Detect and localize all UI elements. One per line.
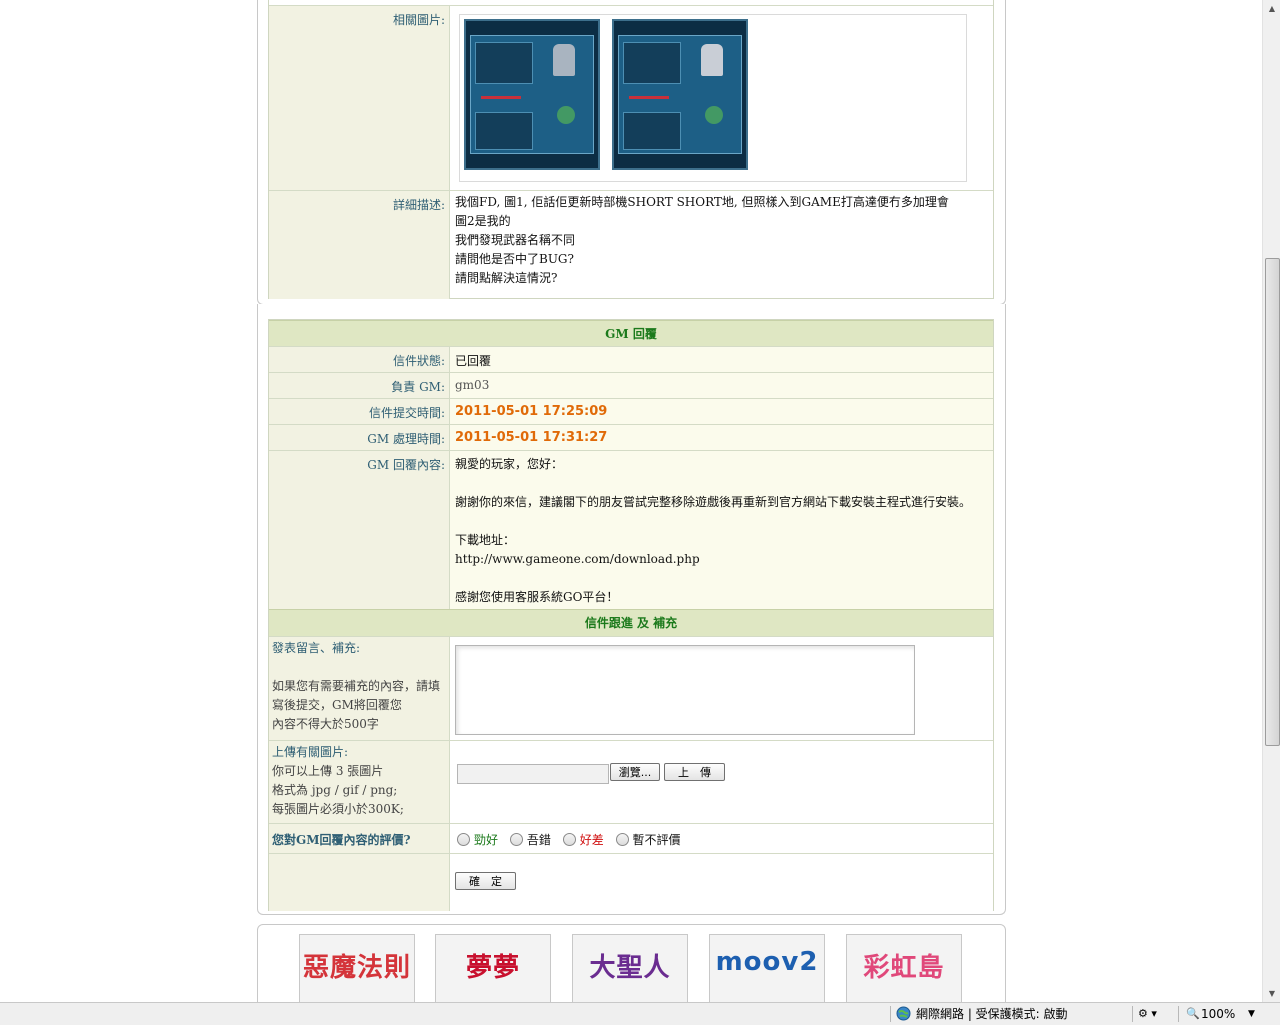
description-row: 詳細描述: 我個FD, 圖1, 佢話佢更新時部機SHORT SHORT地, 但照…	[269, 190, 993, 299]
submit-time-row: 信件提交時間: 2011-05-01 17:25:09	[269, 398, 993, 424]
rating-radio-2[interactable]	[509, 833, 523, 846]
rating-radio-3[interactable]	[562, 833, 576, 846]
scroll-up-icon[interactable]: ▲	[1263, 0, 1280, 17]
file-path-input[interactable]	[457, 764, 609, 784]
confirm-row: 確 定	[269, 853, 993, 911]
images-box	[459, 14, 967, 182]
zoom-dropdown-icon[interactable]: ▼	[1248, 1006, 1255, 1022]
followup-header: 信件跟進 及 補充	[269, 609, 993, 636]
comment-textarea[interactable]	[455, 645, 915, 735]
report-details-table: 相關圖片: 詳細描述: 我個FD, 圖1, 佢話佢更新時部機SHORT SHOR…	[268, 0, 994, 299]
description-label: 詳細描述:	[269, 191, 450, 299]
rating-radio-4[interactable]	[615, 833, 629, 846]
protected-mode-icon[interactable]: ⚙ ▾	[1138, 1006, 1168, 1022]
status-bar: 網際網路 | 受保護模式: 啟動 ⚙ ▾ 🔍 100% ▼	[0, 1002, 1280, 1025]
globe-icon	[896, 1006, 911, 1022]
upload-row: 上傳有關圖片: 你可以上傳 3 張圖片 格式為 jpg / gif / png;…	[269, 740, 993, 823]
image-thumbnail-2[interactable]	[612, 19, 748, 170]
banner-4[interactable]: moov2	[709, 934, 825, 1002]
rating-label: 您對GM回覆內容的評價?	[269, 824, 450, 853]
banner-1[interactable]: 惡魔法則	[299, 934, 415, 1002]
submit-time-value: 2011-05-01 17:25:09	[455, 404, 608, 419]
images-row: 相關圖片:	[269, 5, 993, 190]
status-value: 已回覆	[455, 354, 492, 368]
gm-row: 負責 GM: gm03	[269, 372, 993, 398]
banner-2[interactable]: 夢夢	[435, 934, 551, 1002]
process-time-value: 2011-05-01 17:31:27	[455, 430, 608, 445]
gm-value: gm03	[455, 378, 490, 392]
gm-reply-table: GM 回覆 信件狀態: 已回覆 負責 GM: gm03 信件提交時間: 2011…	[268, 319, 994, 911]
security-zone-text: 網際網路 | 受保護模式: 啟動	[916, 1007, 1068, 1021]
banner-3[interactable]: 大聖人	[572, 934, 688, 1002]
process-time-row: GM 處理時間: 2011-05-01 17:31:27	[269, 424, 993, 450]
scroll-down-icon[interactable]: ▼	[1263, 985, 1280, 1002]
scrollbar-thumb[interactable]	[1265, 258, 1280, 746]
reply-content: 親愛的玩家，您好： 謝謝你的來信，建議閣下的朋友嘗試完整移除遊戲後再重新到官方網…	[451, 451, 993, 609]
rating-options: 勁好 吾錯 好差 暫不評價	[451, 824, 993, 853]
reply-content-row: GM 回覆內容: 親愛的玩家，您好： 謝謝你的來信，建議閣下的朋友嘗試完整移除遊…	[269, 450, 993, 609]
page: 相關圖片: 詳細描述: 我個FD, 圖1, 佢話佢更新時部機SHORT SHOR…	[0, 0, 1262, 1002]
rating-radio-1[interactable]	[457, 833, 470, 846]
zoom-level[interactable]: 100%	[1201, 1006, 1235, 1022]
description-text: 我個FD, 圖1, 佢話佢更新時部機SHORT SHORT地, 但照樣入到GAM…	[455, 195, 949, 285]
image-thumbnail-1[interactable]	[464, 19, 600, 170]
upload-button[interactable]: 上 傳	[664, 763, 725, 781]
banner-5[interactable]: 彩虹島	[846, 934, 962, 1002]
status-row: 信件狀態: 已回覆	[269, 346, 993, 372]
rating-row: 您對GM回覆內容的評價? 勁好 吾錯 好差 暫不評價	[269, 823, 993, 853]
zoom-icon: 🔍	[1186, 1007, 1200, 1020]
images-label: 相關圖片:	[269, 6, 450, 190]
gm-reply-header: GM 回覆	[269, 320, 993, 347]
confirm-button[interactable]: 確 定	[455, 872, 516, 890]
download-link[interactable]: http://www.gameone.com/download.php	[455, 550, 989, 569]
comment-row: 發表留言、補充: 如果您有需要補充的內容，請填 寫後提交，GM將回覆您 內容不得…	[269, 636, 993, 740]
vertical-scrollbar[interactable]: ▲ ▼	[1262, 0, 1280, 1002]
browse-button[interactable]: 瀏覽...	[610, 763, 660, 781]
images-cell	[451, 6, 993, 190]
